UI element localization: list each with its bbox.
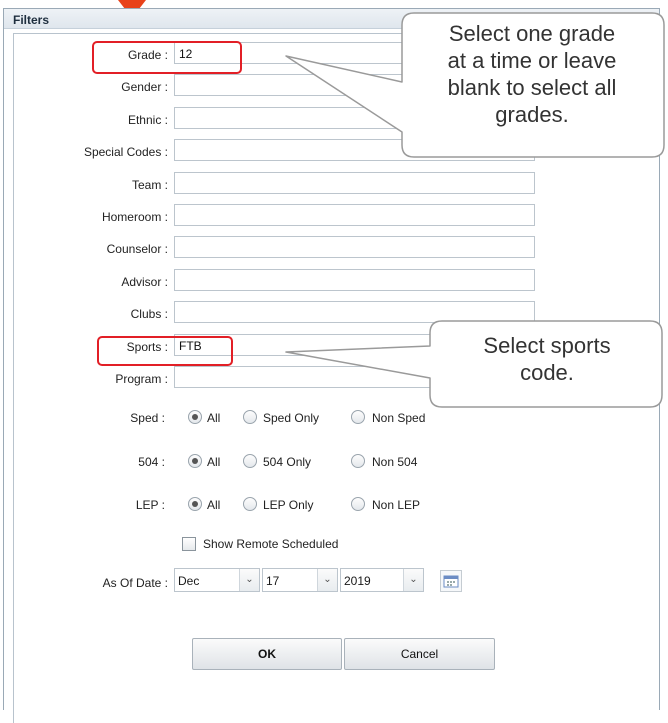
as-of-month-select[interactable]: Dec ⌄ <box>174 568 260 592</box>
grade-callout-line: Select one grade <box>448 21 616 46</box>
team-input[interactable] <box>174 172 535 194</box>
s504-label: 504 : <box>138 455 165 469</box>
sped-option-label: All <box>207 411 221 425</box>
sped-radio-sped-only[interactable] <box>243 410 257 424</box>
grade-callout-line: grades. <box>495 102 569 127</box>
chevron-down-icon: ⌄ <box>317 569 337 591</box>
field-label-clubs: Clubs : <box>130 307 168 321</box>
field-label-homeroom: Homeroom : <box>101 210 168 224</box>
field-label-advisor: Advisor : <box>121 275 168 289</box>
s504-radio-non-504[interactable] <box>351 454 365 468</box>
lep-radio-lep-only[interactable] <box>243 497 257 511</box>
lep-radio-all[interactable] <box>188 497 202 511</box>
as-of-day-select[interactable]: 17 ⌄ <box>262 568 338 592</box>
sports-callout-text: Select sports code. <box>432 332 662 386</box>
grade-highlight <box>92 41 242 74</box>
field-label-program: Program : <box>115 372 168 386</box>
as-of-day-value: 17 <box>266 574 280 588</box>
s504-option-label: Non 504 <box>372 455 418 469</box>
calendar-icon[interactable] <box>440 570 462 592</box>
s504-radio-all[interactable] <box>188 454 202 468</box>
lep-option-label: Non LEP <box>372 498 421 512</box>
field-label-counselor: Counselor : <box>106 242 168 256</box>
sports-highlight <box>97 336 233 366</box>
s504-option-label: 504 Only <box>263 455 312 469</box>
sped-radio-all[interactable] <box>188 410 202 424</box>
grade-callout-line: blank to select all <box>447 75 617 100</box>
show-remote-label: Show Remote Scheduled <box>203 537 339 551</box>
homeroom-input[interactable] <box>174 204 535 226</box>
field-label-ethnic: Ethnic : <box>127 113 168 127</box>
lep-option-label: All <box>207 498 221 512</box>
s504-option-label: All <box>207 455 221 469</box>
lep-option-label: LEP Only <box>263 498 314 512</box>
show-remote-checkbox[interactable] <box>182 537 196 551</box>
s504-radio-504-only[interactable] <box>243 454 257 468</box>
sports-callout-line: Select sports <box>483 333 611 358</box>
field-label-team: Team : <box>131 178 168 192</box>
as-of-year-value: 2019 <box>344 574 371 588</box>
sports-callout-line: code. <box>520 360 574 385</box>
ok-button[interactable]: OK <box>192 638 342 670</box>
as-of-date-label: As Of Date : <box>102 576 168 590</box>
as-of-month-value: Dec <box>178 574 200 588</box>
grade-callout-text: Select one grade at a time or leave blan… <box>412 20 652 128</box>
field-label-gender: Gender : <box>121 80 168 94</box>
lep-radio-non-lep[interactable] <box>351 497 365 511</box>
as-of-year-select[interactable]: 2019 ⌄ <box>340 568 424 592</box>
lep-label: LEP : <box>135 498 165 512</box>
dialog-title: Filters <box>13 13 50 27</box>
grade-callout-line: at a time or leave <box>447 48 617 73</box>
cancel-button[interactable]: Cancel <box>344 638 495 670</box>
chevron-down-icon: ⌄ <box>239 569 259 591</box>
counselor-input[interactable] <box>174 236 535 258</box>
sped-label: Sped : <box>130 411 165 425</box>
chevron-down-icon: ⌄ <box>403 569 423 591</box>
advisor-input[interactable] <box>174 269 535 291</box>
field-label-special-codes: Special Codes : <box>83 145 168 159</box>
